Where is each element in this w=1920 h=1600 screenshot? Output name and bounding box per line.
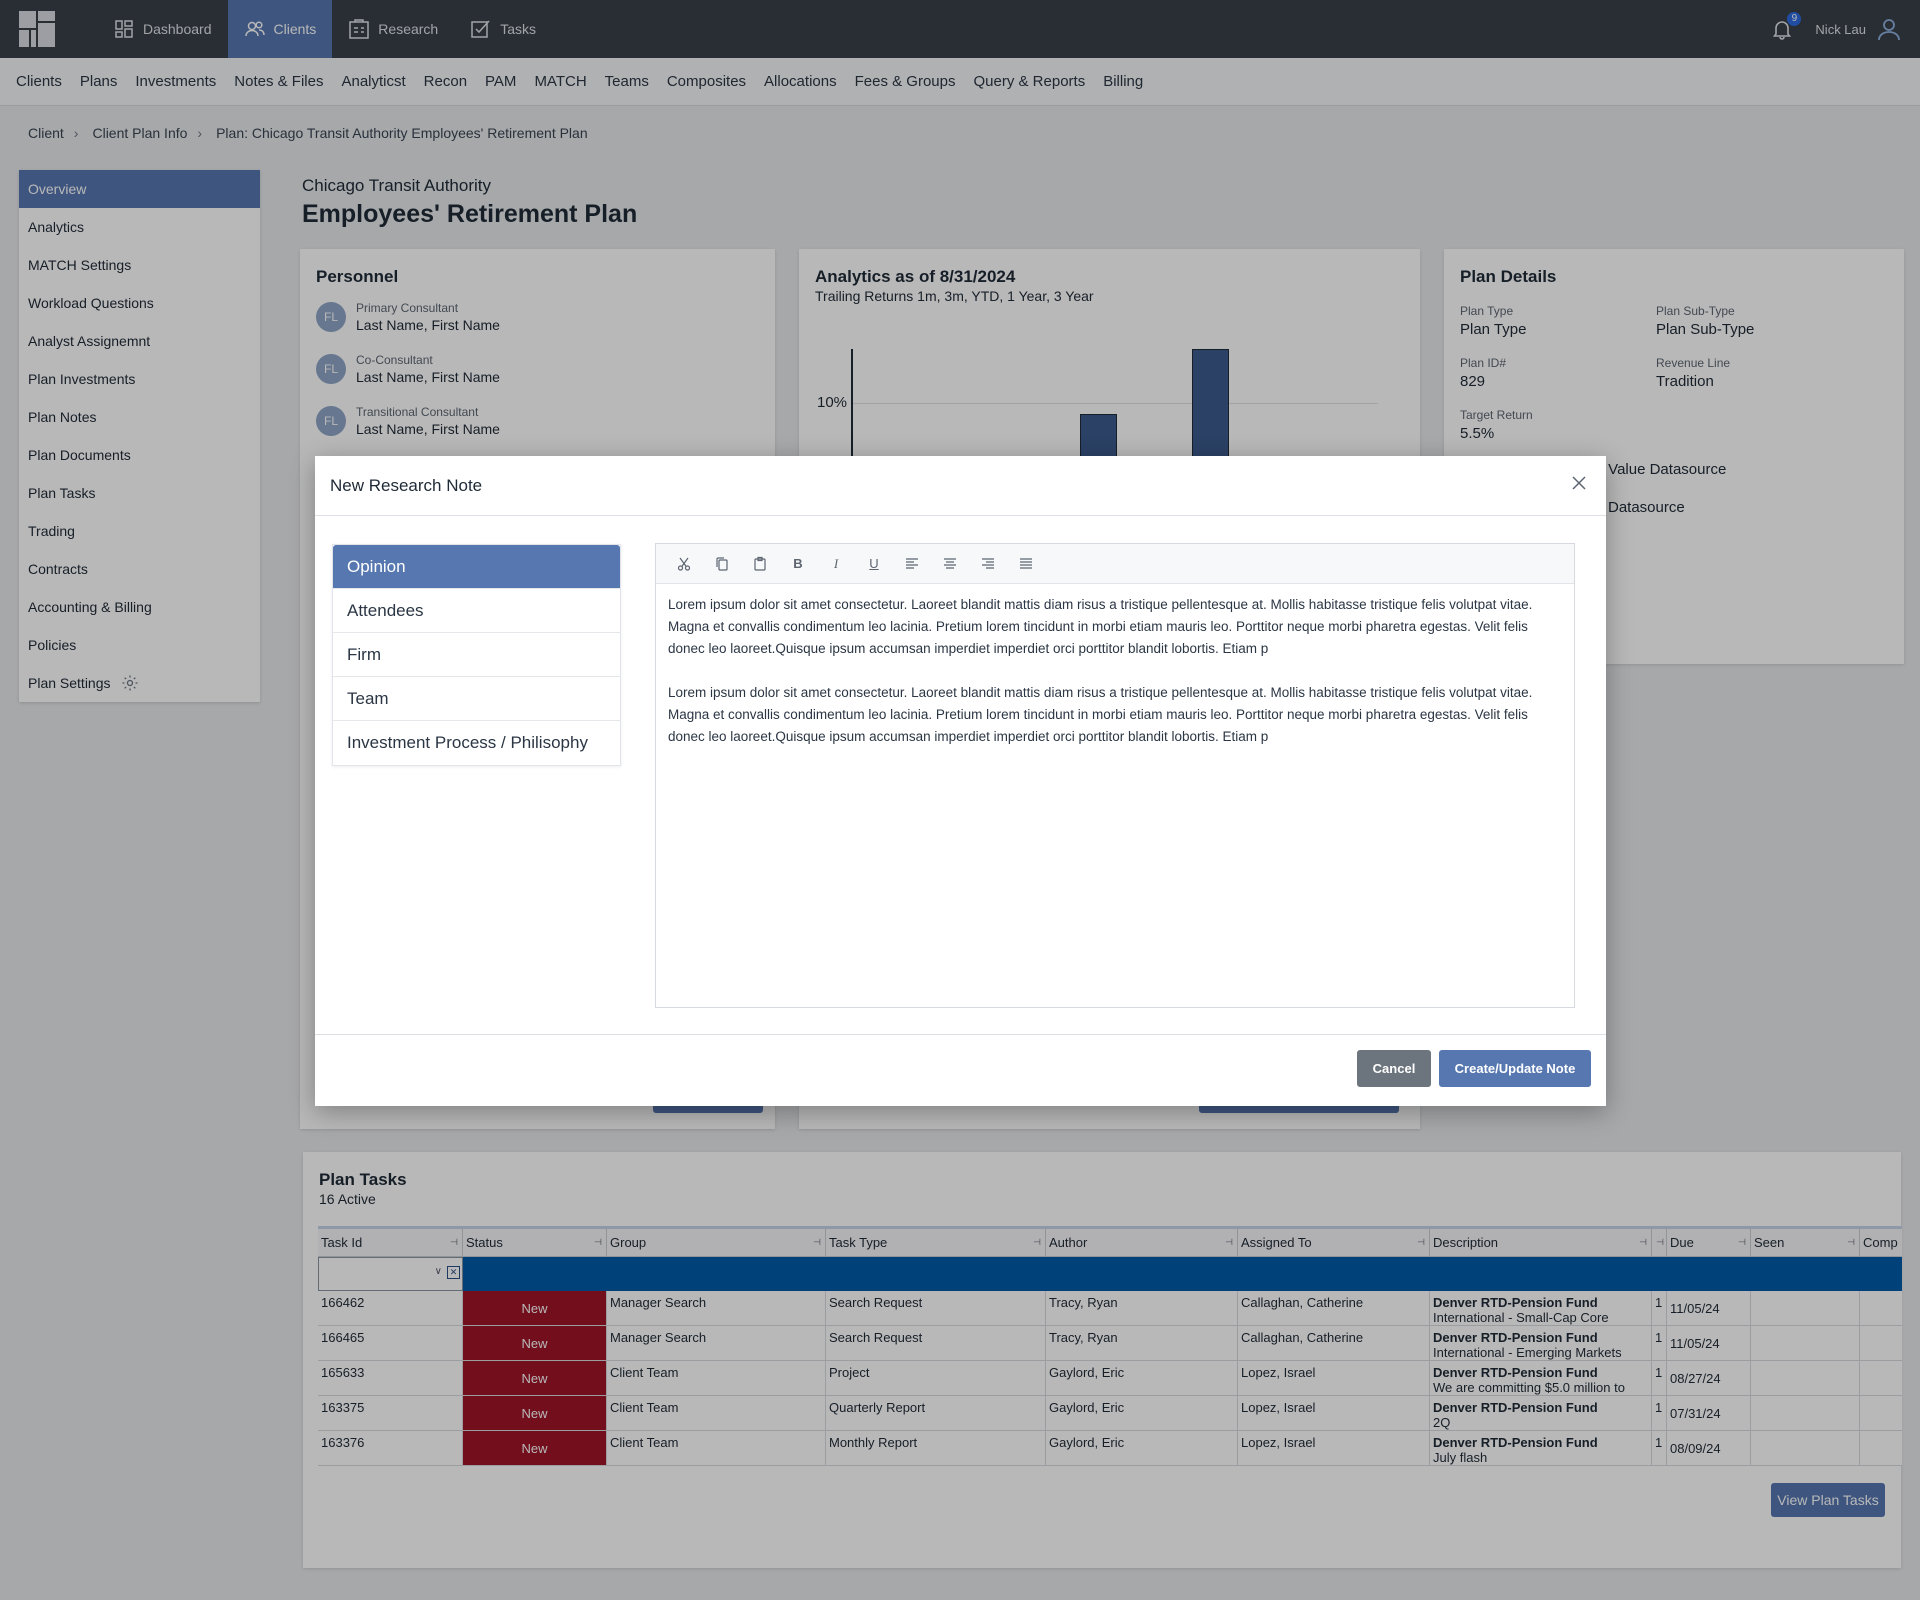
- modal-footer: Cancel Create/Update Note: [315, 1034, 1606, 1106]
- note-paragraph: Lorem ipsum dolor sit amet consectetur. …: [668, 685, 1533, 744]
- note-paragraph: Lorem ipsum dolor sit amet consectetur. …: [668, 597, 1533, 656]
- modal-title: New Research Note: [330, 475, 483, 495]
- modal-header: New Research Note: [315, 456, 1606, 516]
- italic-icon[interactable]: I: [825, 553, 847, 575]
- editor-toolbar: B I U: [656, 544, 1574, 584]
- align-right-icon[interactable]: [977, 553, 999, 575]
- align-center-icon[interactable]: [939, 553, 961, 575]
- align-left-icon[interactable]: [901, 553, 923, 575]
- paste-icon[interactable]: [749, 553, 771, 575]
- tab-opinion[interactable]: Opinion: [333, 545, 620, 589]
- note-text-area[interactable]: Lorem ipsum dolor sit amet consectetur. …: [656, 584, 1574, 780]
- tab-investment-process[interactable]: Investment Process / Philisophy: [333, 721, 620, 765]
- tab-firm[interactable]: Firm: [333, 633, 620, 677]
- tab-team[interactable]: Team: [333, 677, 620, 721]
- new-research-note-modal: New Research Note Opinion Attendees Firm…: [315, 456, 1606, 1106]
- cancel-button[interactable]: Cancel: [1357, 1050, 1431, 1087]
- tab-attendees[interactable]: Attendees: [333, 589, 620, 633]
- underline-icon[interactable]: U: [863, 553, 885, 575]
- align-justify-icon[interactable]: [1015, 553, 1037, 575]
- bold-icon[interactable]: B: [787, 553, 809, 575]
- copy-icon[interactable]: [711, 553, 733, 575]
- note-section-tabs: Opinion Attendees Firm Team Investment P…: [332, 544, 621, 766]
- close-icon[interactable]: [1570, 474, 1588, 492]
- cut-icon[interactable]: [673, 553, 695, 575]
- rich-text-editor: B I U Lorem ipsum dolor sit amet consect…: [655, 543, 1575, 1008]
- create-update-note-button[interactable]: Create/Update Note: [1439, 1050, 1591, 1087]
